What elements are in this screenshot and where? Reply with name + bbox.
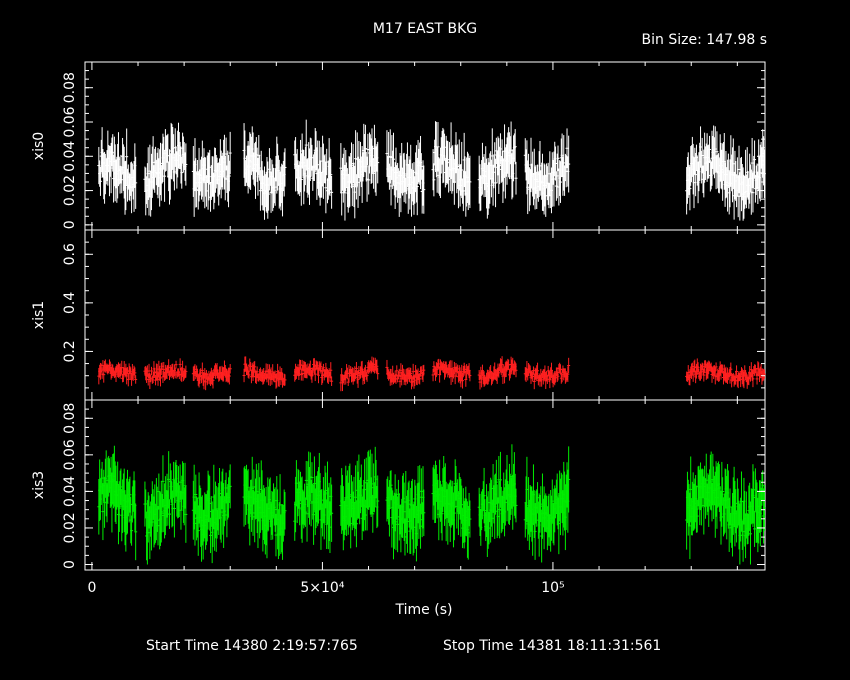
start-time: Start Time 14380 2:19:57:765 (146, 638, 358, 654)
x-tick-labels: 0 5×10⁴ 10⁵ (87, 580, 564, 596)
xis3-y-tick-label: 0.08 (62, 403, 78, 434)
stop-time: Stop Time 14381 18:11:31:561 (443, 638, 661, 654)
xis3-frame (84, 399, 766, 571)
xis0-y-tick-label: 0.02 (62, 175, 78, 206)
xis3-y-tick-label: 0.06 (62, 439, 78, 470)
xis1-panel: 0.2 0.4 0.6 xis1 (31, 229, 766, 401)
xis1-y-tick-label: 0.4 (62, 292, 78, 314)
xis1-axis-label: xis1 (31, 301, 47, 329)
xis0-y-tick-label: 0.08 (62, 72, 78, 103)
xis1-y-tick-label: 0.2 (62, 340, 78, 362)
x-tick-label: 5×10⁴ (300, 580, 344, 596)
chart-title: M17 EAST BKG (373, 21, 477, 37)
xis0-x-ticks (91, 62, 738, 230)
xis1-frame (84, 229, 766, 401)
xis0-y-tick-label: 0.06 (62, 106, 78, 137)
x-tick-label: 10⁵ (541, 580, 564, 596)
xis3-axis-label: xis3 (31, 471, 47, 499)
xis0-axis-label: xis0 (31, 132, 47, 160)
xis3-y-tick-label: 0.02 (62, 512, 78, 543)
xis3-y-tick-label: 0.04 (62, 476, 78, 507)
xis1-y-tick-label: 0.6 (62, 243, 78, 265)
x-axis-label: Time (s) (395, 602, 453, 618)
xis3-panel: 0 0.02 0.04 0.06 0.08 xis3 (31, 399, 766, 571)
xis0-frame (84, 61, 766, 231)
xis1-series (97, 356, 766, 392)
xis3-series (97, 444, 766, 565)
xis3-y-tick-label: 0 (62, 560, 78, 569)
xis0-series (97, 119, 766, 221)
bin-size-label: Bin Size: 147.98 s (642, 32, 767, 48)
xis0-y-tick-label: 0 (62, 220, 78, 229)
x-tick-label: 0 (87, 580, 96, 596)
light-curve-plot: M17 EAST BKG Bin Size: 147.98 s 0 0.02 0.0… (31, 21, 767, 654)
xis0-panel: 0 0.02 0.04 0.06 0.08 xis0 (31, 61, 766, 231)
xis0-y-tick-label: 0.04 (62, 141, 78, 172)
